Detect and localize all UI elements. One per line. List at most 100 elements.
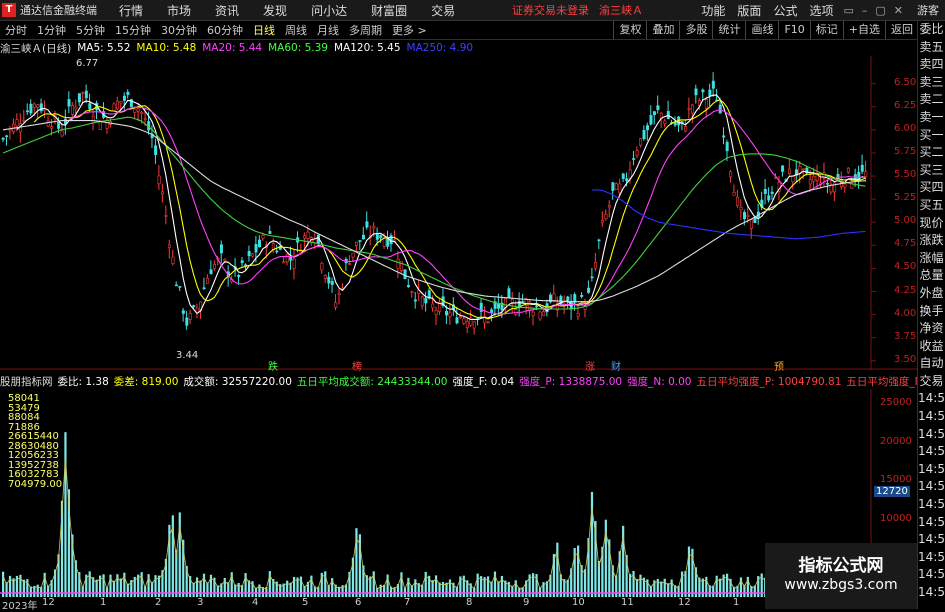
minimize-icon[interactable]: –	[862, 4, 868, 17]
candle-body	[1, 137, 5, 140]
side-item[interactable]: 14:5	[918, 531, 945, 549]
menu-caifuquan[interactable]: 财富圈	[371, 2, 407, 19]
price-tick-label: 3.75	[894, 330, 917, 342]
trade-login-warning[interactable]: 证券交易未登录	[512, 2, 589, 18]
side-item[interactable]: 卖五	[918, 39, 945, 57]
side-item[interactable]: 14:5	[918, 461, 945, 479]
candle-body	[171, 256, 175, 264]
restore-icon[interactable]: ▭	[843, 4, 853, 17]
flag-cai[interactable]: 财	[611, 358, 621, 373]
candle-body	[621, 173, 625, 179]
menu-banmian[interactable]: 版面	[737, 2, 761, 19]
ind-avg-chengjiaoe: 五日平均成交额: 24433344.00	[296, 375, 448, 388]
side-item[interactable]: 买三	[918, 162, 945, 180]
side-item[interactable]: 自动	[918, 355, 945, 373]
flag-yu[interactable]: 预	[774, 358, 784, 373]
period-more[interactable]: 更多 >	[392, 22, 427, 38]
tool-zixuan[interactable]: +自选	[842, 21, 885, 39]
side-item[interactable]: 委比	[918, 21, 945, 39]
close-icon[interactable]: ✕	[894, 4, 903, 17]
period-fenshi[interactable]: 分时	[5, 22, 27, 38]
menu-wenxiaoda[interactable]: 问小达	[311, 2, 347, 19]
side-item[interactable]: 买二	[918, 144, 945, 162]
menu-shichang[interactable]: 市场	[167, 2, 191, 19]
side-item[interactable]: 14:5	[918, 426, 945, 444]
side-item[interactable]: 总量	[918, 267, 945, 285]
candle-body	[330, 281, 334, 285]
ind-qiangdu-n: 强度_N: 0.00	[627, 375, 692, 388]
side-item[interactable]: 卖三	[918, 74, 945, 92]
side-item[interactable]: 外盘	[918, 285, 945, 303]
candle-body	[46, 120, 50, 127]
menu-gongneng[interactable]: 功能	[701, 2, 725, 19]
candle-body	[465, 321, 469, 329]
candle-body	[507, 288, 511, 298]
indicator-title[interactable]: 股朋指标网	[0, 374, 53, 389]
side-item[interactable]: 买一	[918, 127, 945, 145]
price-chart[interactable]	[0, 56, 918, 370]
menu-xuanxiang[interactable]: 选项	[809, 2, 833, 19]
side-item[interactable]: 14:5	[918, 408, 945, 426]
side-item[interactable]: 买五	[918, 197, 945, 215]
side-item[interactable]: 现价	[918, 215, 945, 233]
candle-body	[663, 120, 667, 124]
side-item[interactable]: 14:5	[918, 584, 945, 602]
candle-body	[240, 260, 244, 264]
period-5min[interactable]: 5分钟	[76, 22, 105, 38]
side-item[interactable]: 净资	[918, 320, 945, 338]
tool-diejia[interactable]: 叠加	[646, 21, 679, 39]
ma250-line	[591, 189, 866, 240]
side-item[interactable]: 14:5	[918, 390, 945, 408]
candle-body	[219, 244, 223, 254]
menu-hangqing[interactable]: 行情	[119, 2, 143, 19]
side-item[interactable]: 卖二	[918, 91, 945, 109]
candle-body	[306, 231, 310, 239]
side-item[interactable]: 14:5	[918, 549, 945, 567]
side-item[interactable]: 涨跌	[918, 232, 945, 250]
tool-tongji[interactable]: 统计	[712, 21, 745, 39]
period-1min[interactable]: 1分钟	[37, 22, 66, 38]
side-item[interactable]: 交易	[918, 373, 945, 391]
period-monthly[interactable]: 月线	[317, 22, 339, 38]
period-15min[interactable]: 15分钟	[115, 22, 151, 38]
guest-user[interactable]: 游客	[917, 2, 939, 18]
side-item[interactable]: 收益	[918, 338, 945, 356]
side-item[interactable]: 卖一	[918, 109, 945, 127]
date-label: 10	[572, 597, 585, 608]
period-daily[interactable]: 日线	[253, 22, 275, 38]
side-item[interactable]: 14:5	[918, 496, 945, 514]
tool-fanhui[interactable]: 返回	[885, 21, 918, 39]
candle-body	[372, 226, 376, 229]
flag-bang[interactable]: 榜	[352, 358, 362, 373]
candle-body	[521, 301, 525, 303]
tool-f10[interactable]: F10	[778, 21, 809, 39]
flag-die[interactable]: 跌	[268, 358, 278, 373]
side-item[interactable]: 卖四	[918, 56, 945, 74]
period-weekly[interactable]: 周线	[285, 22, 307, 38]
tool-duogu[interactable]: 多股	[679, 21, 712, 39]
side-item[interactable]: 买四	[918, 179, 945, 197]
price-tick-label: 5.75	[894, 145, 917, 157]
side-item[interactable]: 14:5	[918, 478, 945, 496]
tool-fuquan[interactable]: 复权	[613, 21, 646, 39]
menu-jiaoyi[interactable]: 交易	[431, 2, 455, 19]
period-30min[interactable]: 30分钟	[161, 22, 197, 38]
side-item[interactable]: 换手	[918, 303, 945, 321]
menu-zixun[interactable]: 资讯	[215, 2, 239, 19]
tool-huaxian[interactable]: 画线	[745, 21, 778, 39]
side-item[interactable]: 涨幅	[918, 250, 945, 268]
period-60min[interactable]: 60分钟	[207, 22, 243, 38]
menu-faxian[interactable]: 发现	[263, 2, 287, 19]
side-item[interactable]: 14:5	[918, 566, 945, 584]
candle-body	[251, 253, 255, 257]
tool-biaoji[interactable]: 标记	[809, 21, 843, 39]
maximize-icon[interactable]: ▢	[875, 4, 885, 17]
candle-body	[213, 264, 217, 269]
volume-tick-label: 10000	[880, 512, 912, 524]
candle-body	[167, 244, 171, 248]
side-item[interactable]: 14:5	[918, 443, 945, 461]
menu-gongshi[interactable]: 公式	[773, 2, 797, 19]
period-multi[interactable]: 多周期	[349, 22, 382, 38]
side-item[interactable]: 14:5	[918, 514, 945, 532]
flag-zhang[interactable]: 涨	[585, 358, 595, 373]
